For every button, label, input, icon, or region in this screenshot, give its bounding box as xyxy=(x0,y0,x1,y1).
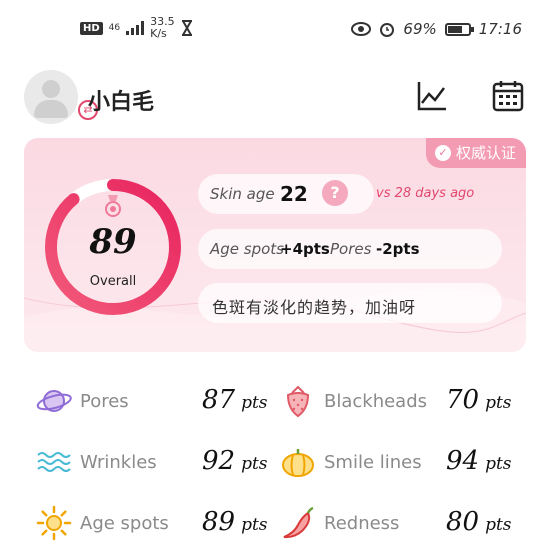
metric-value: 94 pts xyxy=(446,446,512,476)
metric-label: Age spots xyxy=(80,513,169,534)
metric-pores[interactable]: Pores 87 pts xyxy=(36,383,268,423)
check-icon: ✓ xyxy=(434,145,451,161)
metric-label: Wrinkles xyxy=(80,452,157,473)
message-pill: 色斑有淡化的趋势，加油呀 xyxy=(198,283,502,323)
metric-age-spots[interactable]: Age spots 89 pts xyxy=(36,505,268,545)
status-right: 69% 17:16 xyxy=(351,20,522,38)
metric-label: Blackheads xyxy=(324,391,428,412)
calendar-icon[interactable] xyxy=(492,80,524,112)
overall-score: 89 xyxy=(89,222,137,262)
battery-icon xyxy=(444,22,474,36)
pumpkin-icon xyxy=(282,449,314,477)
hourglass-icon xyxy=(181,20,192,36)
pores-change-label: Pores xyxy=(330,240,372,258)
overall-label: Overall xyxy=(89,274,137,289)
metric-value: 89 pts xyxy=(202,507,268,537)
age-spots-change-value: +4pts xyxy=(280,240,330,258)
strawberry-icon xyxy=(286,385,310,418)
metric-value: 70 pts xyxy=(446,385,512,415)
skin-age-value: 22 xyxy=(280,182,308,206)
network-speed: 33.5 K/s xyxy=(150,15,175,40)
trend-chart-icon[interactable] xyxy=(416,80,448,112)
changes-pill: Age spots +4pts Pores -2pts xyxy=(198,229,502,269)
signal-icon xyxy=(126,21,145,35)
eye-icon xyxy=(351,22,372,36)
age-spots-change-label: Age spots xyxy=(210,240,284,258)
encouragement-message: 色斑有淡化的趋势，加油呀 xyxy=(212,298,417,317)
planet-icon xyxy=(36,390,72,412)
clock: 17:16 xyxy=(478,20,522,38)
waves-icon xyxy=(37,452,71,472)
metric-blackheads[interactable]: Blackheads 70 pts xyxy=(280,383,520,423)
metric-smile-lines[interactable]: Smile lines 94 pts xyxy=(280,444,520,484)
metric-wrinkles[interactable]: Wrinkles 92 pts xyxy=(36,444,268,484)
metric-value: 80 pts xyxy=(446,507,512,537)
medal-icon xyxy=(105,195,121,217)
alarm-icon xyxy=(380,23,395,37)
avatar-head xyxy=(42,80,60,98)
metric-label: Smile lines xyxy=(324,452,422,473)
metric-value: 87 pts xyxy=(202,385,268,415)
skin-age-label: Skin age xyxy=(210,185,275,203)
username: 小白毛 xyxy=(88,90,155,115)
avatar[interactable]: ⇄ xyxy=(24,70,98,124)
chili-icon xyxy=(283,506,314,539)
pores-change-value: -2pts xyxy=(376,240,420,258)
hd-indicator: HD xyxy=(80,21,103,35)
status-left: HD 46 33.5 K/s xyxy=(80,16,193,40)
certified-badge: ✓ 权威认证 xyxy=(425,138,526,168)
sun-icon xyxy=(36,505,72,541)
comparison-period[interactable]: vs 28 days ago xyxy=(376,186,474,201)
metric-label: Redness xyxy=(324,513,400,534)
status-bar: HD 46 33.5 K/s 69% 17:16 xyxy=(0,0,550,60)
metric-label: Pores xyxy=(80,391,129,412)
avatar-body xyxy=(34,100,68,118)
header: ⇄ 小白毛 xyxy=(0,70,550,126)
help-icon[interactable]: ? xyxy=(322,180,348,206)
network-indicator: 46 xyxy=(108,22,121,33)
battery-percent: 69% xyxy=(403,20,437,38)
metric-value: 92 pts xyxy=(202,446,268,476)
metric-redness[interactable]: Redness 80 pts xyxy=(280,505,520,545)
